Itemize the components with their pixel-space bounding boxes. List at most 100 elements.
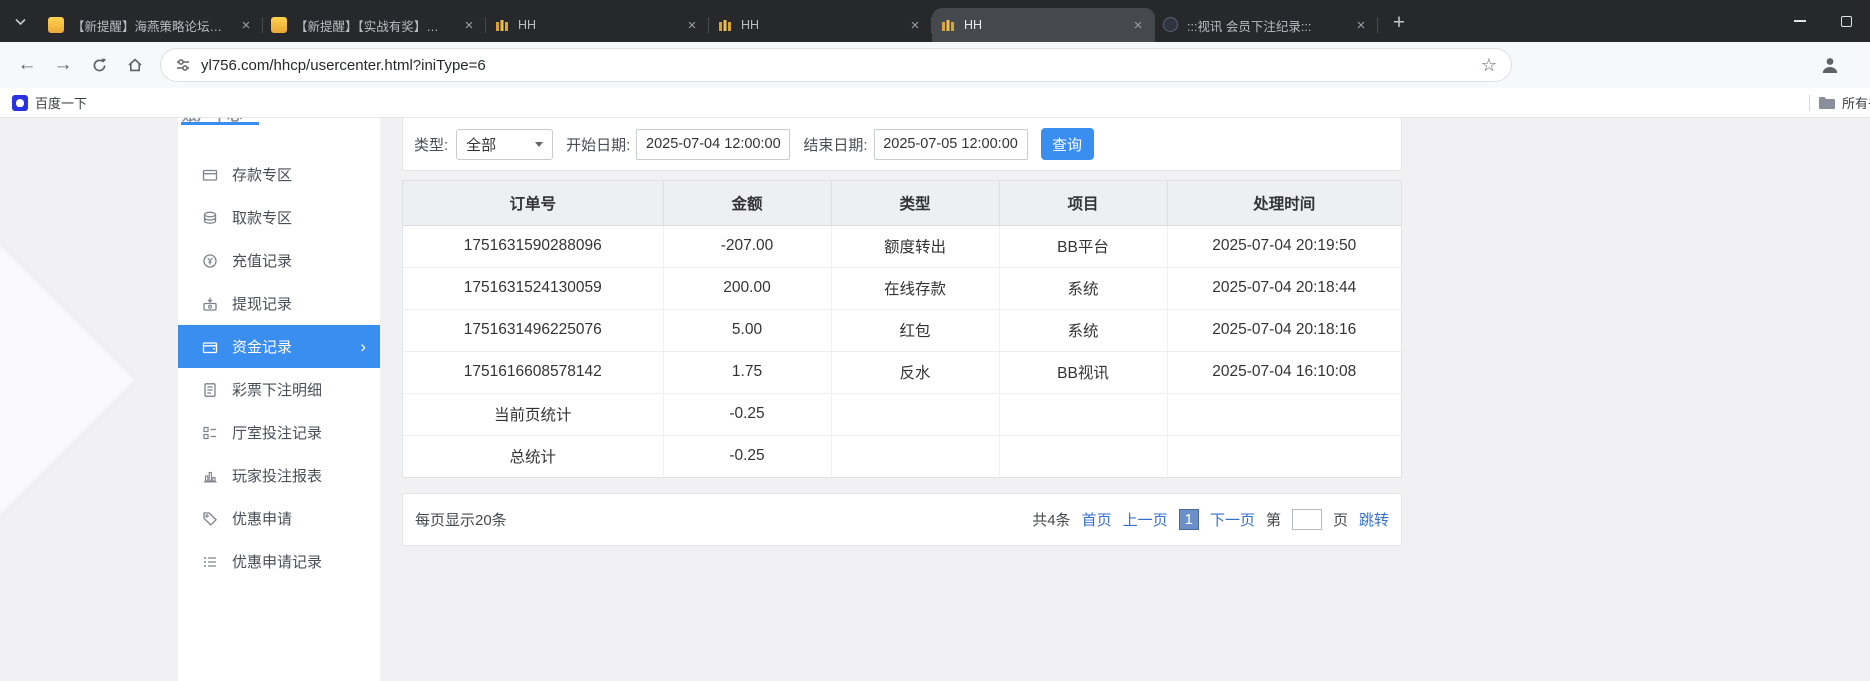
back-button[interactable]: ← <box>10 48 44 82</box>
sidebar-item-lottery-bet-detail[interactable]: 彩票下注明细 <box>178 368 380 411</box>
cell-project: BB平台 <box>999 225 1167 267</box>
cell-time: 2025-07-04 20:18:44 <box>1167 267 1401 309</box>
tab-title: 【新提醒】海燕策略论坛… <box>72 16 237 35</box>
sidebar-item-label: 资金记录 <box>232 336 292 357</box>
page-number-input[interactable] <box>1292 509 1322 530</box>
cell-empty <box>831 393 999 435</box>
sidebar-item-label: 存款专区 <box>232 164 292 185</box>
start-date-input[interactable]: 2025-07-04 12:00:00 <box>636 129 790 160</box>
tab-hh-active[interactable]: HH × <box>932 8 1155 42</box>
close-icon[interactable]: × <box>1129 16 1147 34</box>
bookmark-baidu[interactable]: 百度一下 <box>12 93 87 112</box>
tab-favicon-gold-icon <box>48 17 64 33</box>
type-select[interactable]: 全部 <box>456 129 553 160</box>
new-tab-button[interactable]: + <box>1384 8 1414 38</box>
end-date-input[interactable]: 2025-07-05 12:00:00 <box>874 129 1028 160</box>
tab-favicon-gold-icon <box>271 17 287 33</box>
close-icon[interactable]: × <box>460 16 478 34</box>
tag-icon <box>202 511 218 527</box>
chevron-down-icon <box>535 142 543 147</box>
end-date-label: 结束日期: <box>803 134 867 155</box>
browser-toolbar: ← → yl756.com/hhcp/usercenter.html?iniTy… <box>0 42 1870 88</box>
cell-project: 系统 <box>999 309 1167 351</box>
col-header-type: 类型 <box>831 181 999 225</box>
cell-type: 反水 <box>831 351 999 393</box>
pagination-controls: 共4条 首页 上一页 1 下一页 第 页 跳转 <box>1032 509 1389 530</box>
cell-amount: -0.25 <box>663 393 831 435</box>
sidebar-item-hall-bet-records[interactable]: 厅室投注记录 <box>178 411 380 454</box>
sidebar-item-withdrawal-records[interactable]: 提现记录 <box>178 282 380 325</box>
chevron-down-icon <box>14 17 27 26</box>
current-page-indicator[interactable]: 1 <box>1179 509 1199 530</box>
minimize-button[interactable] <box>1776 0 1823 42</box>
sidebar-item-label: 提现记录 <box>232 293 292 314</box>
table-row: 1751631496225076 5.00 红包 系统 2025-07-04 2… <box>403 309 1401 351</box>
sidebar-item-withdraw-zone[interactable]: 取款专区 <box>178 196 380 239</box>
tab-hh-1[interactable]: HH × <box>486 8 709 42</box>
sidebar-item-deposit-zone[interactable]: 存款专区 <box>178 153 380 196</box>
maximize-icon <box>1841 16 1852 27</box>
address-bar[interactable]: yl756.com/hhcp/usercenter.html?iniType=6… <box>160 48 1512 82</box>
close-icon[interactable]: × <box>237 16 255 34</box>
sidebar-item-player-bet-report[interactable]: 玩家投注报表 <box>178 454 380 497</box>
cell-amount: -207.00 <box>663 225 831 267</box>
sidebar-item-label: 优惠申请 <box>232 508 292 529</box>
sidebar-item-label: 玩家投注报表 <box>232 465 322 486</box>
tab-shizhan-prize[interactable]: 【新提醒】【实战有奖】… × <box>263 8 486 42</box>
cell-amount: 200.00 <box>663 267 831 309</box>
total-count-text: 共4条 <box>1032 509 1070 530</box>
all-bookmarks-label: 所有书签 <box>1842 93 1870 112</box>
forward-button[interactable]: → <box>46 48 80 82</box>
folder-icon <box>1818 96 1836 110</box>
tab-search-button[interactable] <box>0 0 40 42</box>
tab-favicon-hh-icon <box>494 17 510 33</box>
table-row-page-stats: 当前页统计 -0.25 <box>403 393 1401 435</box>
baidu-icon <box>12 95 28 111</box>
prev-page-link[interactable]: 上一页 <box>1123 509 1168 530</box>
search-button[interactable]: 查询 <box>1041 128 1094 160</box>
sidebar-menu: 存款专区 取款专区 充值记录 提现记录 <box>178 153 380 583</box>
sidebar-item-funds-records[interactable]: 资金记录 › <box>178 325 380 368</box>
tab-title: :::视讯 会员下注纪录::: <box>1187 16 1352 35</box>
col-header-order-no: 订单号 <box>403 181 663 225</box>
home-button[interactable] <box>118 48 152 82</box>
filter-bar: 类型: 全部 开始日期: 2025-07-04 12:00:00 结束日期: 2… <box>402 118 1402 171</box>
tab-video-bet-records[interactable]: :::视讯 会员下注纪录::: × <box>1155 8 1378 42</box>
table-header-row: 订单号 金额 类型 项目 处理时间 <box>403 181 1401 225</box>
sidebar-item-promo-apply-records[interactable]: 优惠申请记录 <box>178 540 380 583</box>
sidebar-item-label: 厅室投注记录 <box>232 422 322 443</box>
sidebar-item-recharge-records[interactable]: 充值记录 <box>178 239 380 282</box>
profile-avatar[interactable] <box>1814 49 1846 81</box>
sidebar-top-tab-label: 账户中心 <box>182 118 242 122</box>
cell-amount: 1.75 <box>663 351 831 393</box>
close-icon[interactable]: × <box>1352 16 1370 34</box>
close-icon[interactable]: × <box>683 16 701 34</box>
col-header-time: 处理时间 <box>1167 181 1401 225</box>
url-text: yl756.com/hhcp/usercenter.html?iniType=6 <box>201 57 486 74</box>
col-header-project: 项目 <box>999 181 1167 225</box>
tab-title: HH <box>741 18 906 32</box>
list-dots-icon <box>202 554 218 570</box>
all-bookmarks-button[interactable]: 所有书签 <box>1818 93 1870 112</box>
jump-button[interactable]: 跳转 <box>1359 509 1389 530</box>
tab-hh-2[interactable]: HH × <box>709 8 932 42</box>
next-page-link[interactable]: 下一页 <box>1210 509 1255 530</box>
close-icon[interactable]: × <box>906 16 924 34</box>
reload-button[interactable] <box>82 48 116 82</box>
sidebar-top-tab-clipped[interactable]: 账户中心 <box>178 118 380 122</box>
sidebar-item-label: 充值记录 <box>232 250 292 271</box>
cell-empty <box>1167 393 1401 435</box>
cell-type: 额度转出 <box>831 225 999 267</box>
cell-order-no: 1751631496225076 <box>403 309 663 351</box>
pagination-bar: 每页显示20条 共4条 首页 上一页 1 下一页 第 页 跳转 <box>402 493 1402 546</box>
table-row: 1751631590288096 -207.00 额度转出 BB平台 2025-… <box>403 225 1401 267</box>
maximize-button[interactable] <box>1823 0 1870 42</box>
chevron-right-icon: › <box>360 337 380 357</box>
bookmark-star-icon[interactable]: ☆ <box>1481 55 1497 76</box>
sidebar-item-promo-apply[interactable]: 优惠申请 <box>178 497 380 540</box>
tab-haiyan-forum[interactable]: 【新提醒】海燕策略论坛… × <box>40 8 263 42</box>
window-controls <box>1776 0 1870 42</box>
first-page-link[interactable]: 首页 <box>1082 509 1112 530</box>
cash-arrow-icon <box>202 296 218 312</box>
tab-strip: 【新提醒】海燕策略论坛… × 【新提醒】【实战有奖】… × HH × HH × … <box>0 0 1870 42</box>
